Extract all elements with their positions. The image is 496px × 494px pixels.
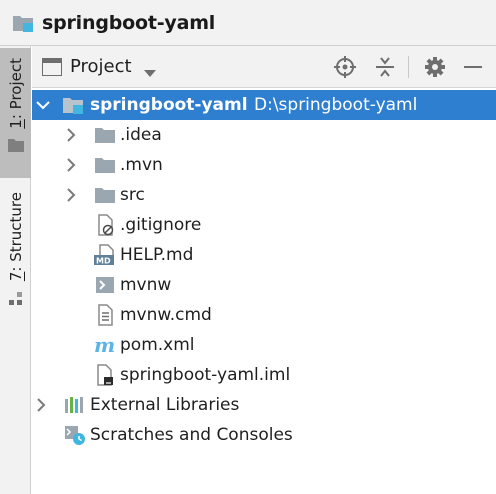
tree-item-external-libraries[interactable]: External Libraries [32,390,496,420]
tree-item-help-md[interactable]: MD HELP.md [32,240,496,270]
tree-item-scratches[interactable]: Scratches and Consoles [32,420,496,450]
chevron-right-icon[interactable] [64,128,78,142]
navigation-bar: springboot-yaml [0,0,496,46]
tool-window-stripe: 1: Project 7: Structure [0,46,31,494]
tree-item-iml[interactable]: springboot-yaml.iml [32,360,496,390]
text-file-icon [94,304,116,326]
tree-item-label: HELP.md [120,245,194,265]
tree-item-label: pom.xml [120,335,195,355]
folder-icon [94,154,116,176]
view-mode-label: Project [70,56,132,77]
tree-root-row[interactable]: springboot-yaml D:\springboot-yaml [32,90,496,120]
ignore-file-icon [94,214,116,236]
tree-item-mvn[interactable]: .mvn [32,150,496,180]
chevron-right-icon[interactable] [34,398,48,412]
maven-icon: m [94,334,116,356]
gear-icon[interactable] [424,56,446,78]
collapse-icon[interactable] [374,56,396,78]
chevron-right-icon[interactable] [64,188,78,202]
tree-item-label: mvnw.cmd [120,305,212,325]
tree-item-label: External Libraries [90,395,240,415]
svg-text:m: m [94,336,115,354]
tree-item-mvnw[interactable]: mvnw [32,270,496,300]
tree-item-label: springboot-yaml.iml [120,365,291,385]
tree-item-label: Scratches and Consoles [90,425,293,445]
project-panel: Project springboot-yaml D:\springboot-ya… [32,46,496,494]
scratches-icon [64,424,86,446]
svg-text:MD: MD [96,257,111,266]
tree-item-pom-xml[interactable]: m pom.xml [32,330,496,360]
crosshair-icon[interactable] [334,56,356,78]
tab-structure[interactable]: 7: Structure [0,184,31,308]
tab-project-label: 1: Project [6,58,25,129]
tree-item-label: .idea [120,125,162,145]
tree-item-label: .gitignore [120,215,202,235]
tree-root-path: D:\springboot-yaml [254,95,418,115]
project-panel-header: Project [32,46,496,88]
tree-item-label: .mvn [120,155,163,175]
chevron-down-icon [143,63,156,77]
view-mode-select[interactable]: Project [42,56,156,77]
folder-icon [94,124,116,146]
markdown-file-icon: MD [94,244,116,266]
project-view-icon [42,57,62,76]
tree-item-label: mvnw [120,275,172,295]
shell-script-icon [94,274,116,296]
tab-project[interactable]: 1: Project [0,48,31,178]
chevron-right-icon[interactable] [64,158,78,172]
tree-item-gitignore[interactable]: .gitignore [32,210,496,240]
folder-icon [94,184,116,206]
module-folder-icon [62,94,84,116]
iml-file-icon [94,364,116,386]
structure-icon [8,291,23,306]
project-folder-icon[interactable] [12,13,34,33]
library-icon [64,394,86,416]
chevron-down-icon[interactable] [36,98,50,112]
tree-item-idea[interactable]: .idea [32,120,496,150]
tree-item-mvnw-cmd[interactable]: mvnw.cmd [32,300,496,330]
tree-item-src[interactable]: src [32,180,496,210]
tab-structure-label: 7: Structure [6,192,25,282]
header-separator [408,56,409,78]
folder-icon [7,137,24,152]
tree-root-label: springboot-yaml [90,95,248,115]
breadcrumb-project-name[interactable]: springboot-yaml [42,12,215,34]
tree-item-label: src [120,185,145,205]
minimize-icon[interactable] [462,56,484,78]
